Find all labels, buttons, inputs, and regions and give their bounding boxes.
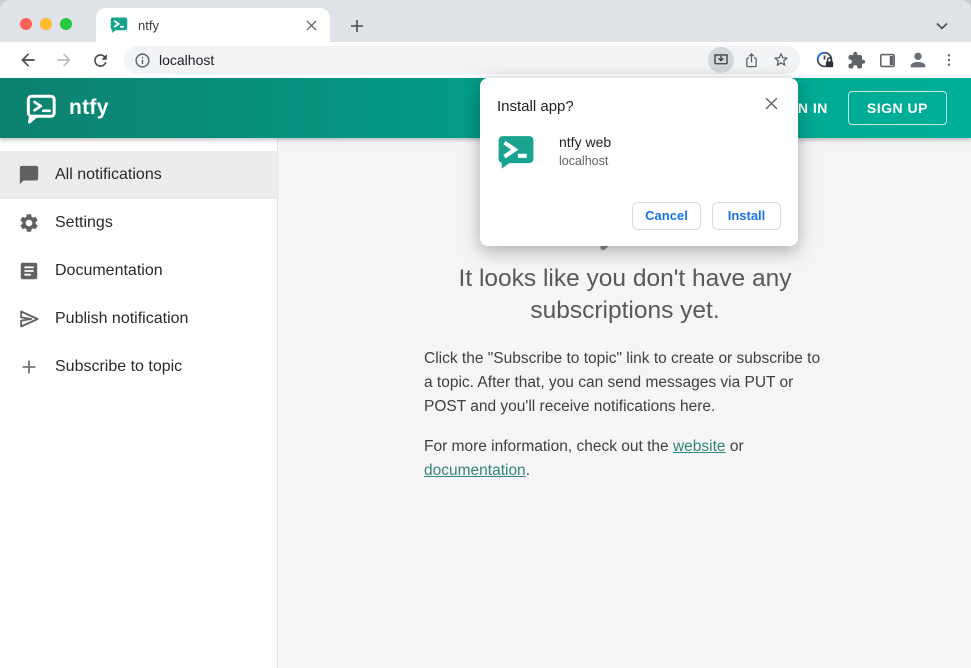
sidebar: All notifications Settings Documentation… [0,138,278,668]
back-icon[interactable] [14,46,42,74]
sidebar-item-publish-notification[interactable]: Publish notification [0,295,277,343]
ntfy-favicon-icon [110,17,128,33]
password-extension-icon[interactable] [811,46,839,74]
sidebar-item-settings[interactable]: Settings [0,199,277,247]
share-icon[interactable] [738,47,764,73]
p2-suffix: . [525,462,530,479]
empty-state-paragraph: Click the "Subscribe to topic" link to c… [424,350,821,415]
zoom-window-button[interactable] [60,18,72,30]
p2-middle: or [725,438,744,455]
sidebar-item-subscribe-to-topic[interactable]: Subscribe to topic [0,343,277,391]
documentation-link[interactable]: documentation [424,462,526,479]
minimize-window-button[interactable] [40,18,52,30]
browser-window: ntfy localhost ntfy SIGN IN SIGN UP All … [0,0,971,668]
plus-icon [22,360,36,374]
menu-kebab-icon[interactable] [935,46,963,74]
install-dialog-title: Install app? [497,98,574,115]
install-app-icon[interactable] [708,47,734,73]
traffic-lights [20,18,72,30]
ntfy-logo-icon [26,94,56,124]
new-tab-button[interactable] [344,13,370,39]
sidebar-item-documentation[interactable]: Documentation [0,247,277,295]
sidebar-item-label: Documentation [55,262,163,279]
extensions-puzzle-icon[interactable] [842,46,870,74]
install-app-name: ntfy web [559,134,612,150]
reload-icon[interactable] [86,46,114,74]
dialog-close-icon[interactable] [761,93,781,113]
article-icon [20,262,38,280]
install-button[interactable]: Install [712,202,781,230]
extensions-area [808,46,963,74]
profile-avatar-icon[interactable] [904,46,932,74]
browser-toolbar: localhost [0,42,971,78]
sidebar-item-all-notifications[interactable]: All notifications [0,151,277,199]
tab-title: ntfy [138,17,159,33]
ntfy-app-icon [498,136,534,169]
sidebar-item-label: All notifications [55,166,162,183]
url-text[interactable]: localhost [159,52,704,68]
tab-close-icon[interactable] [302,16,320,34]
p2-prefix: For more information, check out the [424,438,673,455]
sidebar-item-label: Publish notification [55,310,189,327]
send-icon [20,310,39,328]
website-link[interactable]: website [673,438,726,455]
browser-tab-ntfy[interactable]: ntfy [96,8,330,42]
sidebar-item-label: Subscribe to topic [55,358,183,375]
cancel-button[interactable]: Cancel [632,202,701,230]
empty-state-links-paragraph: For more information, check out the webs… [424,435,826,483]
install-app-origin: localhost [559,154,609,168]
gear-icon [20,214,38,232]
bookmark-star-icon[interactable] [768,47,794,73]
install-app-dialog: Install app? ntfy web localhost Cancel I… [480,78,798,246]
side-panel-icon[interactable] [873,46,901,74]
close-window-button[interactable] [20,18,32,30]
chat-bubble-icon [19,165,39,185]
tab-strip: ntfy [0,0,971,42]
sign-up-button[interactable]: SIGN UP [847,91,947,125]
brand-name: ntfy [69,96,109,119]
tab-search-chevron-icon[interactable] [931,15,953,37]
address-bar[interactable]: localhost [124,46,800,74]
forward-icon[interactable] [50,46,78,74]
site-info-icon[interactable] [134,52,151,69]
sidebar-item-label: Settings [55,214,113,231]
empty-state-heading: It looks like you don't have any subscri… [458,265,792,324]
